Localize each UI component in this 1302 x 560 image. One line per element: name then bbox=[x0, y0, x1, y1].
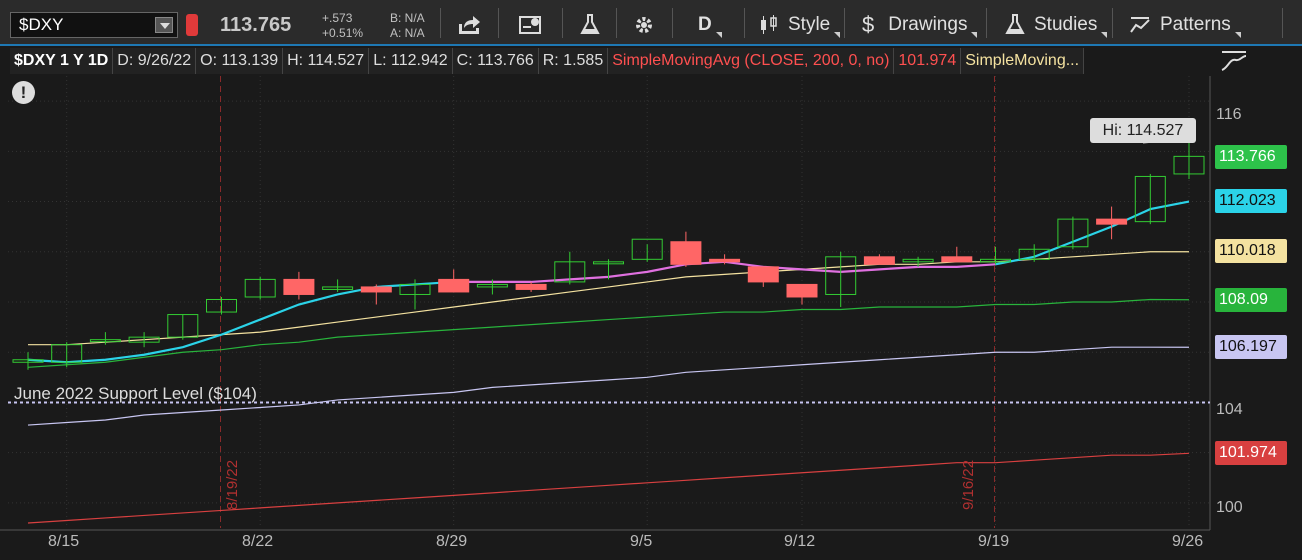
price-axis-label: 113.766 bbox=[1215, 145, 1287, 170]
candle-body bbox=[515, 283, 547, 290]
price-axis-label: 108.09 bbox=[1215, 287, 1287, 312]
candle-body bbox=[283, 278, 315, 295]
candle-body bbox=[863, 256, 895, 265]
x-axis-label: 8/22 bbox=[242, 533, 274, 550]
vertical-date-label: 9/16/22 bbox=[960, 459, 977, 510]
support-level-label: June 2022 Support Level ($104) bbox=[14, 384, 257, 403]
info-range: R: 1.585 bbox=[538, 48, 609, 74]
high-callout: Hi: 114.527 bbox=[1090, 118, 1196, 143]
candle-body bbox=[1096, 218, 1128, 225]
info-sma200-value: 101.974 bbox=[894, 48, 962, 74]
price-axis-label: 112.023 bbox=[1215, 188, 1287, 213]
chart-window: $DXY 113.765 +.573 +0.51% B: N/A A: N/A bbox=[0, 0, 1302, 560]
info-sma200-label[interactable]: SimpleMovingAvg (CLOSE, 200, 0, no) bbox=[608, 48, 895, 74]
candle-body bbox=[941, 256, 973, 263]
warning-icon[interactable]: ! bbox=[12, 81, 35, 104]
price-axis-label: 110.018 bbox=[1215, 239, 1287, 264]
info-date: D: 9/26/22 bbox=[113, 48, 197, 74]
candle-body bbox=[747, 266, 779, 283]
x-axis-label: 9/5 bbox=[630, 533, 653, 550]
info-bar: $DXY 1 Y 1D D: 9/26/22 O: 113.139 H: 114… bbox=[10, 48, 1085, 74]
info-sma-label[interactable]: SimpleMoving... bbox=[961, 48, 1085, 74]
vertical-date-label: 8/19/22 bbox=[224, 459, 241, 510]
candle-body bbox=[786, 283, 818, 298]
info-close: C: 113.766 bbox=[452, 48, 539, 74]
info-symbol-period[interactable]: $DXY 1 Y 1D bbox=[10, 48, 114, 74]
info-high: H: 114.527 bbox=[283, 48, 370, 74]
x-axis-label: 8/29 bbox=[436, 533, 468, 550]
x-axis-label: 9/19 bbox=[978, 533, 1010, 550]
chart-style-toggle-icon[interactable] bbox=[1220, 48, 1248, 74]
y-axis-tick: 116 bbox=[1216, 106, 1242, 123]
y-axis-tick: 100 bbox=[1216, 499, 1243, 516]
info-low: L: 112.942 bbox=[369, 48, 453, 74]
y-axis-tick: 104 bbox=[1216, 401, 1243, 418]
candle-body bbox=[438, 278, 470, 293]
candle-body bbox=[360, 286, 392, 293]
price-chart[interactable] bbox=[0, 0, 1302, 560]
x-axis-label: 9/26 bbox=[1172, 533, 1204, 550]
x-axis-label: 8/15 bbox=[48, 533, 80, 550]
price-axis-label: 101.974 bbox=[1215, 441, 1287, 466]
info-open: O: 113.139 bbox=[196, 48, 284, 74]
candle-body bbox=[709, 258, 741, 263]
price-axis-label: 106.197 bbox=[1215, 335, 1287, 360]
x-axis-label: 9/12 bbox=[784, 533, 816, 550]
candle-body bbox=[670, 241, 702, 265]
